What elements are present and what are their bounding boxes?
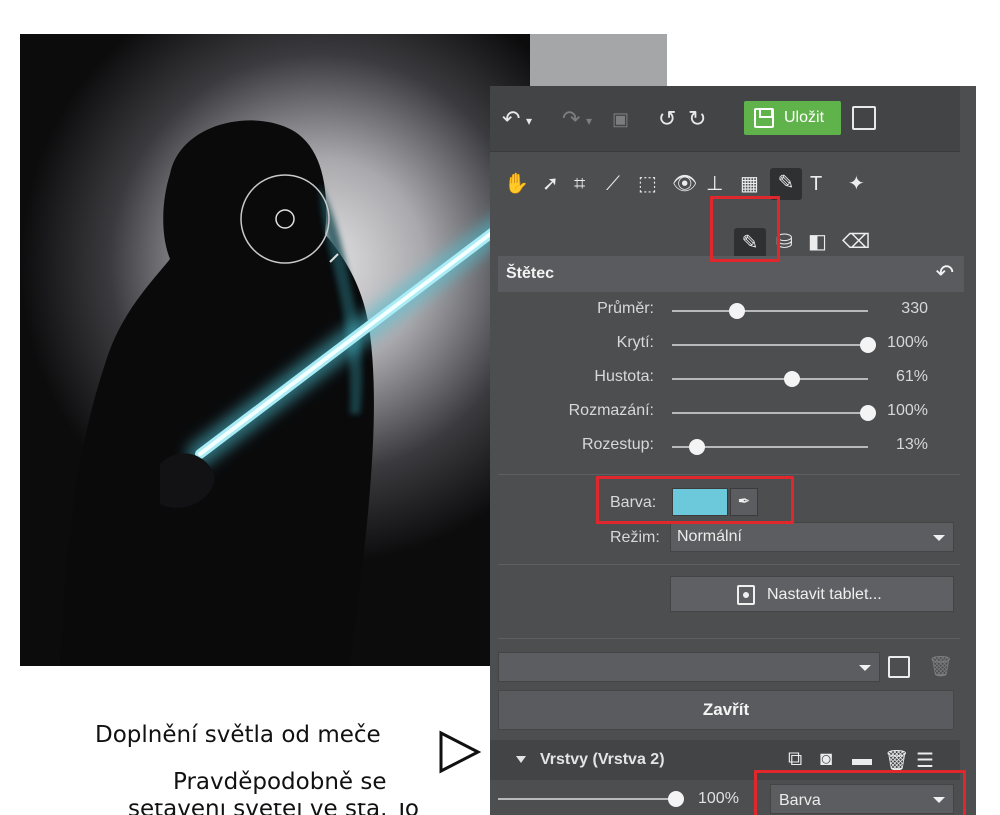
collapse-triangle-icon[interactable]	[516, 756, 526, 763]
redo-icon[interactable]: ↷	[562, 106, 580, 132]
straighten-icon[interactable]: ⟋	[606, 172, 620, 196]
top-toolbar: ↶ ▾ ↷ ▾ ▣ ↺ ↻ Uložit	[490, 86, 960, 152]
delete-preset-icon[interactable]: 🗑	[928, 654, 953, 679]
slider-diameter[interactable]: Průměr: 330	[490, 296, 960, 326]
brush-section-title: Štětec	[506, 265, 555, 282]
eraser-icon[interactable]: ⌫	[842, 230, 870, 254]
mode-select-value: Normální	[677, 528, 742, 545]
undo-history-caret-icon[interactable]: ▾	[526, 108, 532, 134]
slider-density[interactable]: Hustota: 61%	[490, 364, 960, 394]
duplicate-layer-icon[interactable]: ⧉	[788, 748, 802, 771]
canvas-background-strip	[530, 34, 667, 92]
slider-label: Rozmazání:	[568, 402, 654, 419]
compare-image-icon[interactable]: ▣	[612, 106, 629, 132]
text-tool-icon[interactable]: T	[810, 172, 822, 196]
divider	[498, 564, 960, 565]
save-icon	[754, 108, 774, 128]
mode-label: Režim:	[610, 529, 660, 546]
highlight-brush-tool	[710, 196, 780, 262]
slider-value: 61%	[895, 368, 928, 385]
slider-track[interactable]	[672, 310, 868, 312]
chevron-down-icon	[933, 535, 945, 541]
highlight-blend-mode	[754, 770, 966, 815]
slider-spacing[interactable]: Rozestup: 13%	[490, 432, 960, 462]
brush-tool-panel: ↶ ▾ ↷ ▾ ▣ ↺ ↻ Uložit ✋ ➚ ⌗ ⟋ ⬚ 👁 ⊥ ▦ ✎ T…	[490, 86, 976, 815]
slider-knob[interactable]	[783, 371, 800, 387]
chevron-down-icon	[859, 665, 871, 671]
effects-icon[interactable]: ✦	[848, 172, 865, 196]
crop-icon[interactable]: ⌗	[574, 172, 585, 196]
rotate-left-icon[interactable]: ↺	[658, 106, 676, 132]
slider-label: Rozestup:	[581, 436, 654, 453]
save-button[interactable]: Uložit	[744, 101, 841, 135]
undo-icon[interactable]: ↶	[502, 106, 520, 132]
slider-opacity[interactable]: Krytí: 100%	[490, 330, 960, 360]
slider-label: Průměr:	[597, 300, 654, 317]
caption-line-2: Pravděpodobně se	[173, 769, 387, 795]
layer-mask-icon[interactable]: ◙	[820, 748, 832, 771]
slider-knob[interactable]	[860, 337, 876, 353]
divider	[498, 638, 960, 639]
slider-value: 100%	[887, 402, 928, 419]
slider-label: Hustota:	[594, 368, 654, 385]
save-as-icon[interactable]	[852, 106, 876, 130]
caption-line-3: setavení světél ve sta. To	[128, 803, 419, 815]
divider	[498, 474, 960, 475]
slider-knob[interactable]	[860, 405, 876, 421]
mesh-warp-icon[interactable]: ▦	[740, 172, 759, 196]
tablet-icon	[737, 585, 755, 605]
tablet-settings-button[interactable]: Nastavit tablet...	[670, 576, 954, 612]
slider-knob[interactable]	[689, 439, 706, 455]
gradient-icon[interactable]: ◧	[808, 230, 827, 254]
slider-track[interactable]	[672, 344, 868, 346]
layers-title: Vrstvy (Vrstva 2)	[540, 751, 665, 768]
folder-icon[interactable]: ▬	[852, 748, 872, 771]
slider-value: 100%	[887, 334, 928, 351]
slider-value: 13%	[895, 436, 928, 453]
highlight-color	[596, 476, 794, 524]
mode-select[interactable]: Normální	[670, 522, 954, 552]
close-button[interactable]: Zavřít	[498, 690, 954, 730]
slider-value: 330	[901, 300, 928, 317]
tablet-settings-label: Nastavit tablet...	[767, 586, 882, 603]
photo-canvas[interactable]	[20, 34, 530, 666]
red-eye-icon[interactable]: 👁	[672, 172, 697, 196]
hand-tool-icon[interactable]: ✋	[504, 172, 529, 196]
layer-opacity-knob[interactable]	[668, 791, 684, 807]
slider-feather[interactable]: Rozmazání: 100%	[490, 398, 960, 428]
layer-opacity-track[interactable]	[498, 798, 672, 800]
rotate-right-icon[interactable]: ↻	[688, 106, 706, 132]
pointer-triangle-icon	[439, 730, 482, 774]
reset-arrow-icon[interactable]: ↶	[936, 260, 954, 286]
slider-track[interactable]	[672, 412, 868, 414]
save-button-label: Uložit	[784, 109, 825, 126]
select-arrow-icon[interactable]: ➚	[542, 172, 559, 196]
slider-label: Krytí:	[616, 334, 654, 351]
slider-track[interactable]	[672, 378, 868, 380]
slider-knob[interactable]	[728, 303, 745, 319]
caption-line-1: Doplnění světla od meče	[95, 722, 381, 748]
layer-opacity-value: 100%	[698, 790, 739, 807]
clone-stamp-icon[interactable]: ⊥	[706, 172, 723, 196]
save-preset-icon[interactable]	[888, 656, 910, 678]
redo-history-caret-icon[interactable]: ▾	[586, 108, 592, 134]
perspective-icon[interactable]: ⬚	[638, 172, 657, 196]
preset-select[interactable]	[498, 652, 880, 682]
